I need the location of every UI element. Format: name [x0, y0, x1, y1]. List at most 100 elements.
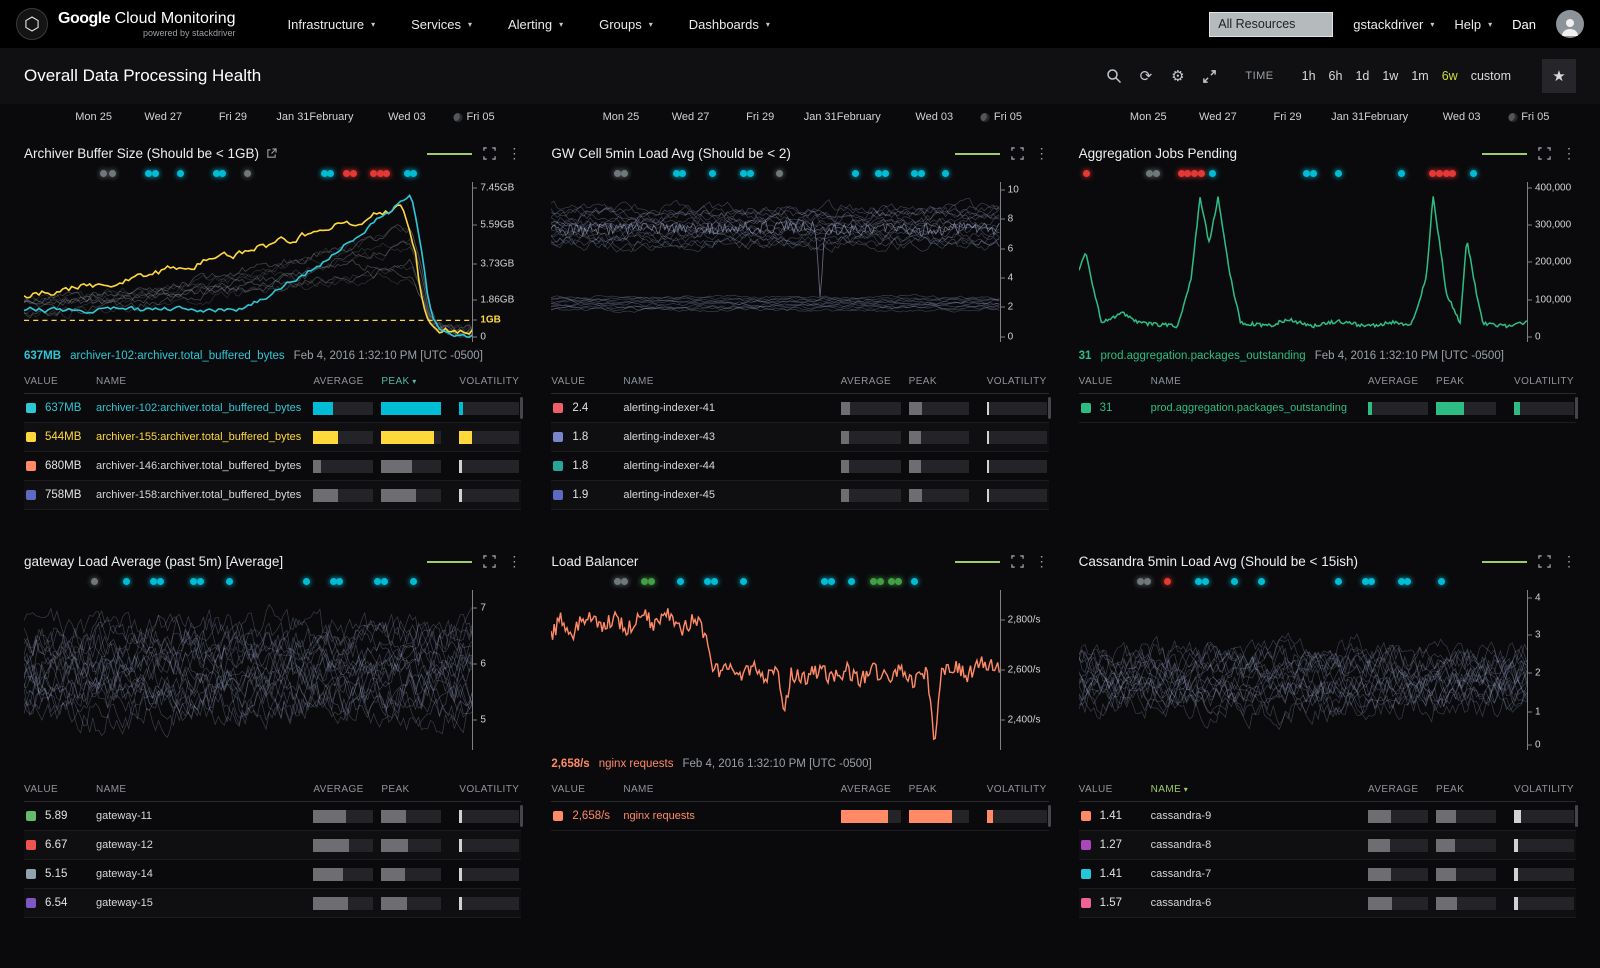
zoom-icon[interactable] [1105, 68, 1122, 85]
column-header-peak[interactable]: PEAK [1436, 376, 1504, 387]
event-dot[interactable] [244, 170, 251, 177]
chart-legend-icon[interactable] [1482, 150, 1527, 157]
nav-menu-groups[interactable]: Groups▾ [599, 17, 653, 32]
event-dot[interactable] [1153, 170, 1160, 177]
fullscreen-icon[interactable] [1011, 147, 1024, 160]
column-header-name[interactable]: NAME [96, 784, 313, 795]
column-header-average[interactable]: AVERAGE [313, 376, 381, 387]
event-dot[interactable] [177, 170, 184, 177]
event-dot[interactable] [219, 170, 226, 177]
event-dot[interactable] [911, 578, 918, 585]
event-dot[interactable] [1449, 170, 1456, 177]
table-row[interactable]: 1.41cassandra-7 [1079, 860, 1576, 889]
event-dot[interactable] [747, 170, 754, 177]
chart-legend-icon[interactable] [955, 558, 1000, 565]
event-dot[interactable] [648, 578, 655, 585]
refresh-icon[interactable]: ⟳ [1137, 68, 1154, 85]
stackdriver-logo-icon[interactable] [16, 8, 48, 40]
event-dot[interactable] [776, 170, 783, 177]
event-dot[interactable] [381, 578, 388, 585]
event-dot[interactable] [1191, 170, 1198, 177]
table-row[interactable]: 1.41cassandra-9 [1079, 802, 1576, 831]
external-link-icon[interactable] [266, 148, 277, 159]
account-menu[interactable]: gstackdriver▾ [1353, 17, 1434, 32]
time-range-1d[interactable]: 1d [1355, 69, 1369, 83]
event-dot[interactable] [911, 170, 918, 177]
time-range-1w[interactable]: 1w [1382, 69, 1398, 83]
event-dot[interactable] [197, 578, 204, 585]
event-dot[interactable] [1146, 170, 1153, 177]
column-header-volatility[interactable]: VOLATILITY [977, 784, 1049, 795]
event-dot[interactable] [1164, 578, 1171, 585]
table-row[interactable]: 680MBarchiver-146:archiver.total_buffere… [24, 452, 521, 481]
event-dot[interactable] [91, 578, 98, 585]
column-header-volatility[interactable]: VOLATILITY [449, 376, 521, 387]
event-dot[interactable] [621, 170, 628, 177]
event-dot[interactable] [677, 578, 684, 585]
column-header-peak[interactable]: PEAK [381, 784, 449, 795]
column-header-name[interactable]: NAME [623, 376, 840, 387]
event-dot[interactable] [1198, 170, 1205, 177]
kebab-menu-icon[interactable]: ⋮ [1035, 145, 1049, 162]
event-dot[interactable] [1470, 170, 1477, 177]
event-dot[interactable] [1144, 578, 1151, 585]
column-header-value[interactable]: VALUE [551, 784, 623, 795]
column-header-average[interactable]: AVERAGE [841, 376, 909, 387]
kebab-menu-icon[interactable]: ⋮ [1562, 553, 1576, 570]
event-dot[interactable] [877, 578, 884, 585]
event-dot[interactable] [152, 170, 159, 177]
event-dot[interactable] [711, 578, 718, 585]
table-row[interactable]: 1.57cassandra-6 [1079, 889, 1576, 918]
fullscreen-icon[interactable] [1538, 555, 1551, 568]
table-row[interactable]: 6.54gateway-15 [24, 889, 521, 918]
resource-search-input[interactable] [1209, 12, 1333, 37]
column-header-name[interactable]: NAME ▾ [1151, 784, 1368, 795]
column-header-volatility[interactable]: VOLATILITY [977, 376, 1049, 387]
event-dot[interactable] [942, 170, 949, 177]
event-dot[interactable] [303, 578, 310, 585]
event-dot[interactable] [1083, 170, 1090, 177]
time-range-6w[interactable]: 6w [1442, 69, 1458, 83]
event-dot[interactable] [1404, 578, 1411, 585]
event-dot[interactable] [1368, 578, 1375, 585]
event-dot[interactable] [123, 578, 130, 585]
chart-plot[interactable] [1079, 182, 1528, 342]
table-row[interactable]: 1.8alerting-indexer-43 [551, 423, 1048, 452]
event-dot[interactable] [740, 578, 747, 585]
chart-plot[interactable] [551, 590, 1000, 750]
event-dot[interactable] [1438, 578, 1445, 585]
event-dot[interactable] [100, 170, 107, 177]
column-header-name[interactable]: NAME [96, 376, 313, 387]
column-header-value[interactable]: VALUE [24, 784, 96, 795]
column-header-name[interactable]: NAME [623, 784, 840, 795]
metric-link[interactable]: archiver-102:archiver.total_buffered_byt… [70, 350, 285, 362]
chart-plot[interactable] [24, 182, 473, 342]
metric-link[interactable]: prod.aggregation.packages_outstanding [1100, 350, 1305, 362]
table-row[interactable]: 31prod.aggregation.packages_outstanding [1079, 394, 1576, 423]
event-dot[interactable] [1335, 578, 1342, 585]
kebab-menu-icon[interactable]: ⋮ [1562, 145, 1576, 162]
table-row[interactable]: 5.89gateway-11 [24, 802, 521, 831]
event-dot[interactable] [226, 578, 233, 585]
column-header-value[interactable]: VALUE [1079, 784, 1151, 795]
nav-menu-infrastructure[interactable]: Infrastructure▾ [288, 17, 376, 32]
column-header-peak[interactable]: PEAK [909, 376, 977, 387]
event-dot[interactable] [336, 578, 343, 585]
user-avatar[interactable] [1556, 10, 1584, 38]
event-dot[interactable] [1436, 170, 1443, 177]
time-range-1m[interactable]: 1m [1411, 69, 1428, 83]
fullscreen-icon[interactable] [1538, 147, 1551, 160]
time-range-1h[interactable]: 1h [1302, 69, 1316, 83]
help-menu[interactable]: Help▾ [1454, 17, 1492, 32]
column-header-value[interactable]: VALUE [1079, 376, 1151, 387]
event-dot[interactable] [157, 578, 164, 585]
table-row[interactable]: 637MBarchiver-102:archiver.total_buffere… [24, 394, 521, 423]
chart-plot[interactable] [1079, 590, 1528, 750]
event-dot[interactable] [918, 170, 925, 177]
kebab-menu-icon[interactable]: ⋮ [507, 145, 521, 162]
event-dot[interactable] [875, 170, 882, 177]
column-header-volatility[interactable]: VOLATILITY [449, 784, 521, 795]
event-dot[interactable] [343, 170, 350, 177]
event-dot[interactable] [1258, 578, 1265, 585]
chart-legend-icon[interactable] [427, 150, 472, 157]
